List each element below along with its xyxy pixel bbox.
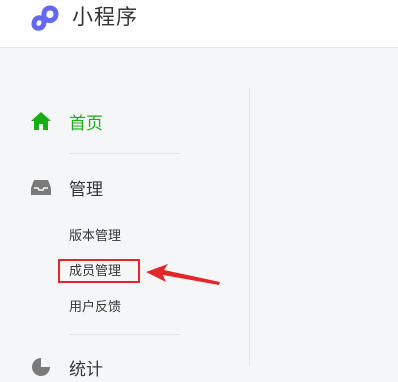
sidebar-separator	[69, 153, 180, 154]
sidebar-divider	[249, 88, 250, 366]
sidebar-separator	[69, 334, 180, 335]
top-bar: 小程序	[0, 0, 398, 48]
main-area	[0, 48, 398, 366]
sidebar-item-stats[interactable]: 统计	[30, 352, 103, 382]
sidebar-item-user-feedback[interactable]: 用户反馈	[69, 299, 121, 317]
highlight-box	[58, 259, 140, 283]
sidebar-item-home[interactable]: 首页	[30, 106, 103, 136]
sidebar-item-home-label: 首页	[69, 113, 103, 134]
sidebar-item-manage[interactable]: 管理	[30, 172, 103, 202]
sidebar-item-stats-label: 统计	[69, 359, 103, 380]
brand-name: 小程序	[72, 5, 138, 29]
pie-chart-icon	[32, 358, 50, 376]
annotation-arrow-icon	[146, 264, 220, 285]
sidebar-item-version-manage[interactable]: 版本管理	[69, 228, 121, 246]
sidebar-item-manage-label: 管理	[69, 179, 103, 200]
mini-program-logo-icon[interactable]	[30, 2, 64, 32]
inbox-icon	[31, 180, 51, 195]
home-icon	[31, 112, 51, 130]
